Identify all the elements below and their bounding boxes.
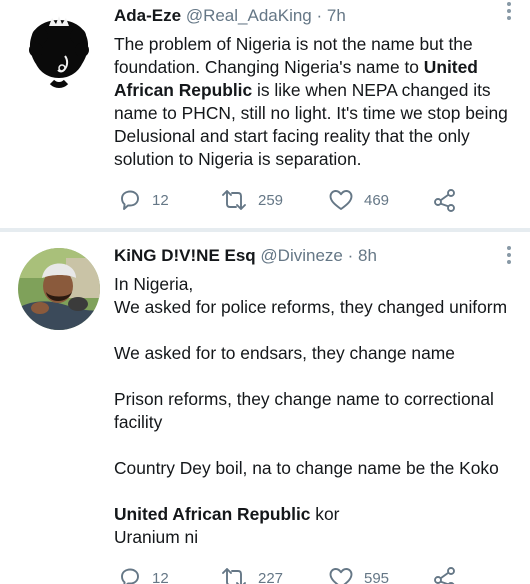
like-count: 469 [364,191,390,209]
tweet-line: African Republic is like when NEPA chang… [114,80,491,100]
tweet-card[interactable]: Ada-Eze @Real_AdaKing · 7h The problem o… [0,0,530,228]
like-icon [329,190,353,210]
share-icon [434,567,455,584]
like-button[interactable]: 469 [328,187,389,213]
tweet-line: facility [114,412,163,432]
retweet-icon [222,568,246,584]
tweet-line: Prison reforms, they change name to corr… [114,389,494,409]
tweet-line: foundation. Changing Nigeria's name to U… [114,57,478,77]
tweet-line: Uranium ni [114,527,199,547]
like-count: 595 [364,569,390,584]
reply-icon [121,568,139,584]
hashtag-phrase: African Republic [114,80,253,100]
retweet-icon [222,190,246,210]
tweet-line: solution to Nigeria is separation. [114,149,362,169]
tweet-line: We asked for police reforms, they change… [114,297,508,317]
share-button[interactable] [432,565,458,584]
tweet-header: Ada-Eze @Real_AdaKing · 7h [114,5,490,27]
tweet-line: Delusional and start facing reality that… [114,126,470,146]
tweet-line: We asked for to endsars, they change nam… [114,343,455,363]
share-icon [434,189,455,212]
tweet-actions: 12 259 469 [114,187,474,213]
tweet-line: Country Dey boil, na to change name be t… [114,458,499,478]
retweet-count: 227 [258,569,284,584]
tweet-card[interactable]: KiNG D!V!NE Esq @Divineze · 8h In Nigeri… [0,232,530,584]
retweet-count: 259 [258,191,284,209]
tweet-line: In Nigeria, [114,274,194,294]
more-options-icon[interactable] [506,2,512,22]
avatar[interactable] [18,248,100,330]
timestamp[interactable]: 8h [358,246,377,265]
timestamp[interactable]: 7h [327,6,346,25]
tweet-text: In Nigeria, We asked for police reforms,… [114,273,510,549]
reply-count: 12 [152,569,169,584]
separator-dot: · [347,246,354,265]
hashtag-phrase: United [423,57,478,77]
user-handle[interactable]: @Real_AdaKing [186,6,312,25]
reply-button[interactable]: 12 [118,187,169,213]
hashtag-phrase: United African Republic [114,504,311,524]
display-name[interactable]: Ada-Eze [114,6,181,25]
tweet-line: United African Republic kor [114,504,340,524]
reply-count: 12 [152,191,169,209]
reply-button[interactable]: 12 [118,565,169,584]
avatar[interactable] [18,8,100,90]
tweet-actions: 12 227 595 [114,565,474,584]
tweet-text: The problem of Nigeria is not the name b… [114,33,510,171]
like-icon [329,568,353,584]
tweet-header: KiNG D!V!NE Esq @Divineze · 8h [114,245,490,267]
share-button[interactable] [432,187,458,213]
reply-icon [121,190,139,210]
retweet-button[interactable]: 227 [220,565,283,584]
tweet-line: name to PHCN, still no light. It's time … [114,103,508,123]
separator-dot: · [316,6,323,25]
more-options-icon[interactable] [506,246,512,266]
display-name[interactable]: KiNG D!V!NE Esq [114,246,256,265]
retweet-button[interactable]: 259 [220,187,283,213]
like-button[interactable]: 595 [328,565,389,584]
tweet-feed: Ada-Eze @Real_AdaKing · 7h The problem o… [0,0,530,584]
user-handle[interactable]: @Divineze [260,246,342,265]
tweet-line: The problem of Nigeria is not the name b… [114,34,473,54]
